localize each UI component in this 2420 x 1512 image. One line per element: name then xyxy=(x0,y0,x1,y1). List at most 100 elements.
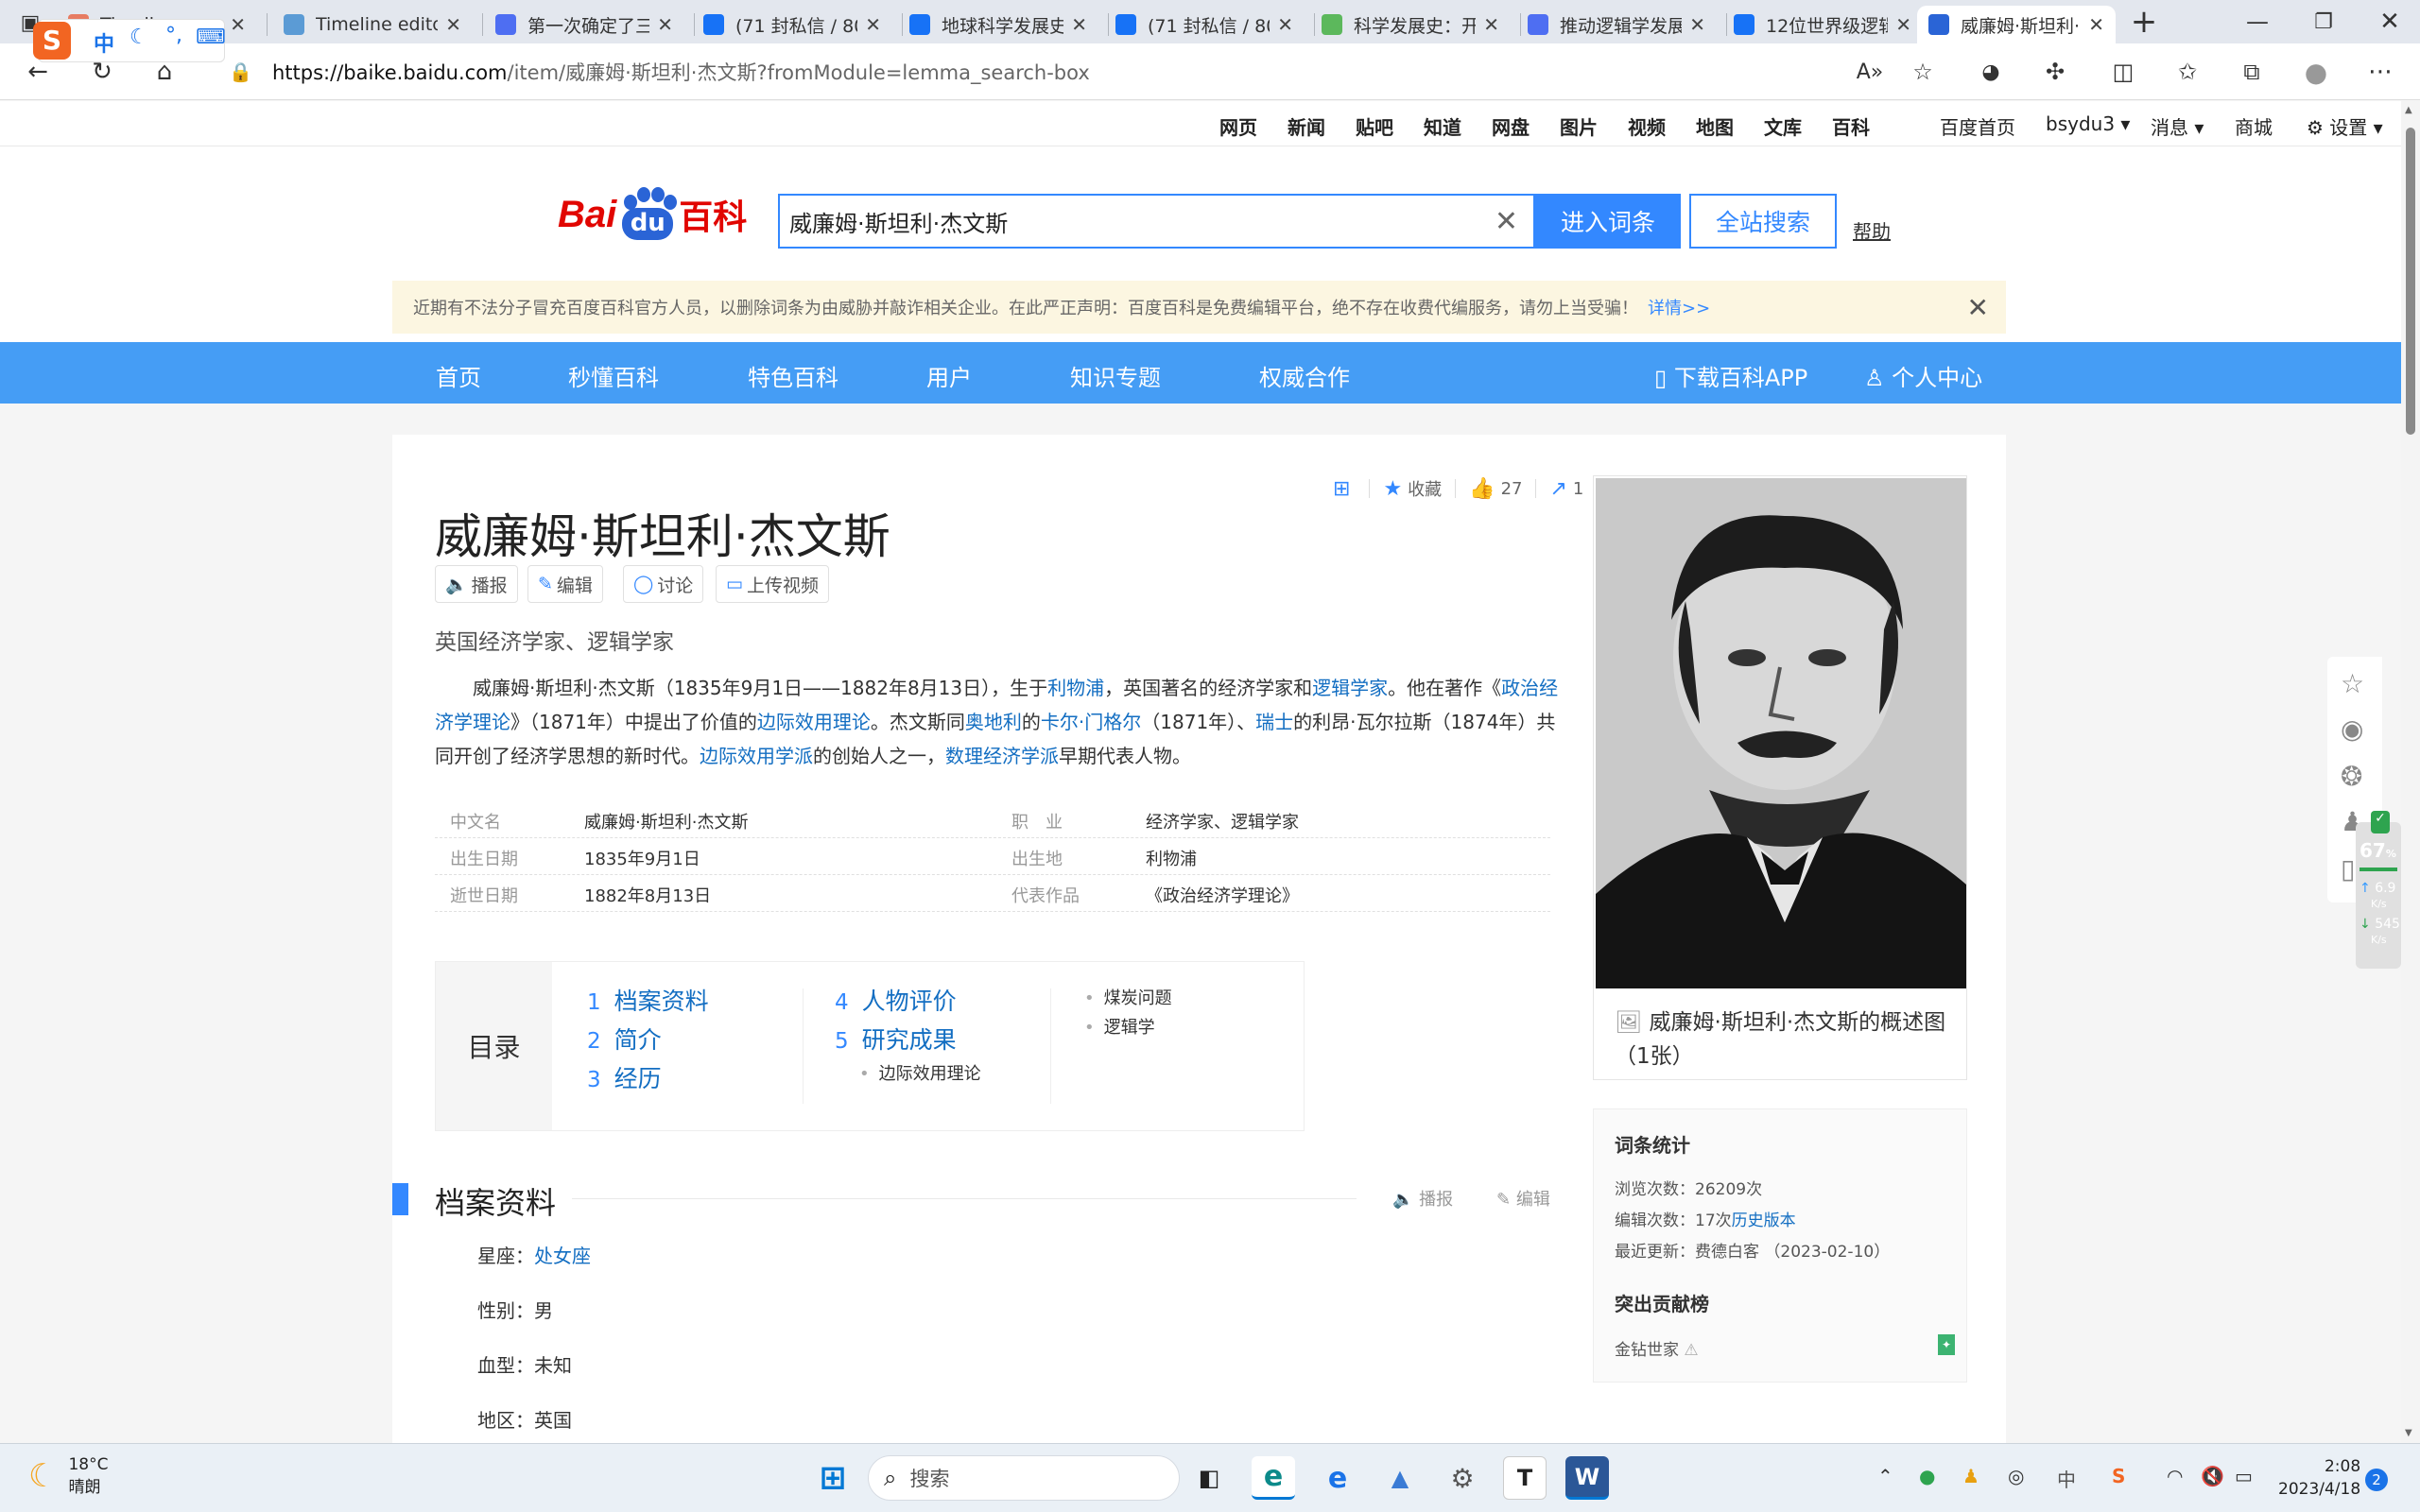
qq-tray-icon[interactable]: ♟ xyxy=(1962,1465,1979,1487)
scroll-up-icon[interactable]: ▲ xyxy=(2405,105,2412,115)
close-tab-icon[interactable]: ✕ xyxy=(657,13,673,36)
weather-widget[interactable]: ☾ 18°C 晴朗 xyxy=(28,1453,109,1499)
top-link[interactable]: 网盘 xyxy=(1492,112,1530,140)
star-icon[interactable]: ★ xyxy=(1383,477,1402,501)
extensions-icon[interactable]: ✣ xyxy=(2038,55,2072,89)
link-liverpool[interactable]: 利物浦 xyxy=(1047,677,1104,699)
site-search-button[interactable]: 全站搜索 xyxy=(1689,194,1837,249)
add-icon[interactable]: ⊞ xyxy=(1333,477,1350,501)
section-broadcast-button[interactable]: 🔈 播报 xyxy=(1392,1186,1453,1211)
more-menu-icon[interactable]: ⋯ xyxy=(2363,55,2397,89)
top-link[interactable]: 百科 xyxy=(1832,112,1870,140)
wechat-icon[interactable]: ❂ xyxy=(2341,761,2362,792)
share-icon[interactable]: ↗ xyxy=(1549,477,1566,501)
toc-item[interactable]: 5 研究成果 xyxy=(835,1022,957,1056)
collections-icon[interactable]: ⧉ xyxy=(2235,55,2269,89)
browser-tab[interactable]: 科学发展史：开 ✕ xyxy=(1310,6,1511,43)
settings-menu[interactable]: ⚙ 设置 ▾ xyxy=(2307,112,2383,140)
minimize-button[interactable]: — xyxy=(2240,5,2274,39)
image-caption[interactable]: 🖼 威廉姆·斯坦利·杰文斯的概述图（1张） xyxy=(1615,1005,1955,1074)
browser-tab[interactable]: 推动逻辑学发展 ✕ xyxy=(1516,6,1717,43)
history-link[interactable]: 历史版本 xyxy=(1732,1211,1796,1230)
new-tab-button[interactable]: + xyxy=(2127,3,2161,41)
discuss-button[interactable]: ◯ 讨论 xyxy=(623,565,704,603)
profile-icon[interactable]: ● xyxy=(2299,55,2333,89)
close-tab-icon[interactable]: ✕ xyxy=(230,13,246,36)
section-edit-button[interactable]: ✎ 编辑 xyxy=(1496,1186,1550,1211)
nav-item[interactable]: 权威合作 xyxy=(1259,359,1350,392)
ime-mode[interactable]: 中 xyxy=(94,27,114,58)
close-tab-icon[interactable]: ✕ xyxy=(1483,13,1499,36)
volume-mute-icon[interactable]: 🔇 xyxy=(2201,1465,2224,1487)
top-link[interactable]: 视频 xyxy=(1628,112,1666,140)
ie-icon[interactable]: e xyxy=(1316,1456,1359,1500)
browser-tab[interactable]: 第一次确定了三 ✕ xyxy=(484,6,684,43)
extension-avatar-icon[interactable]: ◕ xyxy=(1974,55,2008,89)
mall-link[interactable]: 商城 xyxy=(2235,112,2273,140)
scrollbar-thumb[interactable] xyxy=(2406,128,2415,435)
close-tab-icon[interactable]: ✕ xyxy=(1895,13,1911,36)
thumb-up-icon[interactable]: 👍 xyxy=(1469,477,1495,501)
clear-search-icon[interactable]: ✕ xyxy=(1495,205,1518,238)
battery-icon[interactable]: ▭ xyxy=(2235,1465,2253,1487)
toc-subitem[interactable]: • 逻辑学 xyxy=(1084,1014,1155,1039)
lock-icon[interactable]: 🔒 xyxy=(229,60,252,83)
taskbar-search[interactable]: ⌕ 搜索 xyxy=(868,1455,1180,1501)
close-tab-icon[interactable]: ✕ xyxy=(1277,13,1293,36)
browser-tab[interactable]: 地球科学发展史 ✕ xyxy=(898,6,1098,43)
link-marginal-school[interactable]: 边际效用学派 xyxy=(700,745,813,767)
favorites-icon[interactable]: ✩ xyxy=(2170,55,2204,89)
typora-icon[interactable]: T xyxy=(1503,1456,1547,1500)
close-tab-icon[interactable]: ✕ xyxy=(2088,13,2104,36)
wifi-icon[interactable]: ◠ xyxy=(2167,1465,2183,1487)
mobile-icon[interactable]: ▯ xyxy=(2341,853,2355,885)
toc-subitem[interactable]: • 煤炭问题 xyxy=(1084,985,1172,1009)
address-bar[interactable]: 🔒 https://baike.baidu.com/item/威廉姆·斯坦利·杰… xyxy=(208,51,1910,93)
top-link[interactable]: 地图 xyxy=(1696,112,1734,140)
toc-item[interactable]: 4 人物评价 xyxy=(835,983,957,1017)
baidu-home-link[interactable]: 百度首页 xyxy=(1940,112,2015,140)
link-math-school[interactable]: 数理经济学派 xyxy=(945,745,1059,767)
close-tab-icon[interactable]: ✕ xyxy=(1071,13,1087,36)
nav-item[interactable]: 知识专题 xyxy=(1070,359,1161,392)
nav-item[interactable]: 秒懂百科 xyxy=(568,359,659,392)
toc-item[interactable]: 3 经历 xyxy=(587,1060,662,1094)
notification-badge[interactable]: 2 xyxy=(2365,1469,2388,1491)
settings-gear-icon[interactable]: ⚙ xyxy=(1441,1456,1484,1500)
top-link[interactable]: 新闻 xyxy=(1288,112,1325,140)
scroll-down-icon[interactable]: ▼ xyxy=(2405,1428,2412,1438)
chevron-up-icon[interactable]: ⌃ xyxy=(1877,1465,1893,1487)
close-tab-icon[interactable]: ✕ xyxy=(865,13,881,36)
start-windows-icon[interactable]: ⊞ xyxy=(811,1456,855,1500)
collect-button[interactable]: 收藏 xyxy=(1408,476,1442,501)
browser-tab[interactable]: (71 封私信 / 80 ✕ xyxy=(1104,6,1305,43)
close-tab-icon[interactable]: ✕ xyxy=(1689,13,1705,36)
top-link[interactable]: 图片 xyxy=(1560,112,1598,140)
top-link[interactable]: 知道 xyxy=(1424,112,1461,140)
network-tray-icon[interactable]: ◎ xyxy=(2008,1465,2024,1487)
help-link[interactable]: 帮助 xyxy=(1853,216,1891,244)
toc-item[interactable]: 2 简介 xyxy=(587,1022,662,1056)
top-link[interactable]: 文库 xyxy=(1764,112,1802,140)
sogou-tray-icon[interactable]: S xyxy=(2112,1465,2125,1487)
punctuation-icon[interactable]: °, xyxy=(165,24,182,47)
contrib-user[interactable]: 金钻世家 ⚠ xyxy=(1615,1336,1699,1360)
notice-more-link[interactable]: 详情>> xyxy=(1648,295,1710,319)
nav-item[interactable]: 用户 xyxy=(926,359,972,392)
split-screen-icon[interactable]: ◫ xyxy=(2106,55,2140,89)
upload-video-button[interactable]: ▭ 上传视频 xyxy=(716,565,829,603)
basic-fact-value[interactable]: 处女座 xyxy=(534,1245,591,1267)
personal-center-link[interactable]: ♙ 个人中心 xyxy=(1864,359,1982,392)
notice-close-icon[interactable]: ✕ xyxy=(1967,292,1989,323)
portrait-image[interactable] xyxy=(1596,478,1966,988)
enter-entry-button[interactable]: 进入词条 xyxy=(1535,194,1681,249)
url-text[interactable]: https://baike.baidu.com/item/威廉姆·斯坦利·杰文斯… xyxy=(272,58,1090,86)
edge-browser-icon[interactable]: e xyxy=(1252,1456,1295,1500)
weibo-icon[interactable]: ◉ xyxy=(2341,713,2363,745)
download-app-link[interactable]: ▯ 下载百科APP xyxy=(1654,359,1807,392)
link-switzerland[interactable]: 瑞士 xyxy=(1255,711,1293,733)
link-marginal-utility[interactable]: 边际效用理论 xyxy=(757,711,871,733)
photos-icon[interactable]: ▲ xyxy=(1378,1456,1422,1500)
messages-menu[interactable]: 消息 ▾ xyxy=(2151,112,2204,140)
task-view-icon[interactable]: ◧ xyxy=(1187,1456,1231,1500)
